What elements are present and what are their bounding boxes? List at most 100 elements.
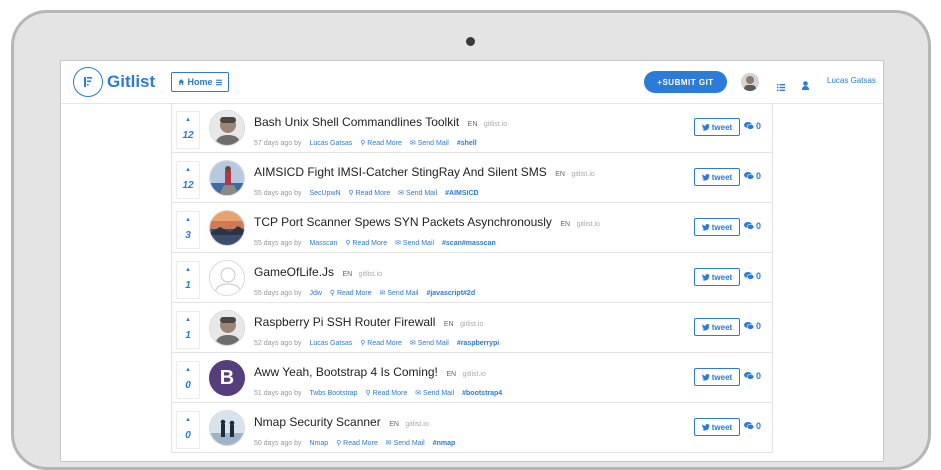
send-mail-link[interactable]: ✉ Send Mail [398,190,437,197]
list-item: ▲ 0 Nmap Security Scanner EN gitlist.io … [172,403,772,453]
send-mail-label: Send Mail [417,340,449,347]
send-mail-label: Send Mail [406,190,438,197]
send-mail-link[interactable]: ✉ Send Mail [386,440,425,447]
browser-screen: Gitlist Home +SUBMIT GIT Lucas Gatsas ▲ … [60,60,884,462]
submit-git-button[interactable]: +SUBMIT GIT [644,71,727,93]
bootstrap-logo-thumbnail[interactable]: B [209,360,245,396]
author-link[interactable]: Lucas Gatsas [309,340,352,347]
figure-on-rock-thumbnail[interactable] [209,160,245,196]
send-mail-link[interactable]: ✉ Send Mail [395,240,434,247]
language-badge: EN [555,171,565,178]
home-icon [178,79,185,85]
read-more-link[interactable]: ⚲ Read More [366,390,408,397]
comment-count: 0 [756,171,762,181]
upvote-arrow-icon[interactable]: ▲ [177,216,199,224]
post-age: 55 days ago by [254,290,302,297]
tags-link[interactable]: #raspberrypi [457,340,499,347]
default-user-thumbnail[interactable] [209,260,245,296]
tweet-button[interactable]: tweet [694,418,740,436]
author-link[interactable]: Masscan [309,240,337,247]
domain-label: gitlist.io [460,321,484,328]
comments-link[interactable]: 0 [744,321,761,331]
send-mail-link[interactable]: ✉ Send Mail [410,340,449,347]
laptop-camera [466,37,475,46]
send-mail-label: Send Mail [423,390,455,397]
tweet-button[interactable]: tweet [694,218,740,236]
author-link[interactable]: Twbs Bootstrap [309,390,357,397]
tags-link[interactable]: #bootstrap4 [462,390,502,397]
vote-count: 0 [185,380,191,391]
tags-link[interactable]: #shell [457,140,477,147]
item-title-link[interactable]: Nmap Security Scanner [254,415,381,429]
post-age: 55 days ago by [254,190,302,197]
upvote-arrow-icon[interactable]: ▲ [177,166,199,174]
upvote-arrow-icon[interactable]: ▲ [177,366,199,374]
twitter-icon [701,173,710,181]
tags-link[interactable]: #javascript#2d [426,290,475,297]
upvote-arrow-icon[interactable]: ▲ [177,116,199,124]
send-mail-link[interactable]: ✉ Send Mail [410,140,449,147]
vote-box: ▲ 12 [176,111,200,149]
tweet-button[interactable]: tweet [694,168,740,186]
comments-link[interactable]: 0 [744,271,761,281]
upvote-arrow-icon[interactable]: ▲ [177,416,199,424]
comments-icon [744,172,754,180]
author-link[interactable]: Nmap [309,440,328,447]
twitter-icon [701,323,710,331]
avatar-man-thumbnail[interactable] [209,110,245,146]
comment-count: 0 [756,121,762,131]
tweet-button[interactable]: tweet [694,268,740,286]
comments-link[interactable]: 0 [744,421,761,431]
read-more-link[interactable]: ⚲ Read More [349,190,391,197]
item-title-link[interactable]: AIMSICD Fight IMSI-Catcher StingRay And … [254,165,547,179]
user-avatar[interactable] [741,73,759,91]
send-mail-link[interactable]: ✉ Send Mail [415,390,454,397]
domain-label: gitlist.io [358,271,383,278]
list-view-icon[interactable] [777,78,785,96]
post-age: 57 days ago by [254,140,302,147]
sunset-landscape-thumbnail[interactable] [209,210,245,246]
tweet-button[interactable]: tweet [694,368,740,386]
author-link[interactable]: Lucas Gatsas [309,140,352,147]
item-meta-row: 50 days ago by Nmap ⚲ Read More ✉ Send M… [254,439,455,447]
tags-link[interactable]: #nmap [433,440,456,447]
read-more-link[interactable]: ⚲ Read More [360,340,402,347]
author-link[interactable]: Jdw [309,290,321,297]
read-more-link[interactable]: ⚲ Read More [360,140,402,147]
comments-link[interactable]: 0 [744,371,761,381]
avatar-man-thumbnail[interactable] [209,310,245,346]
item-title-link[interactable]: Bash Unix Shell Commandlines Toolkit [254,115,459,129]
home-button[interactable]: Home [171,72,229,92]
tweet-button[interactable]: tweet [694,318,740,336]
upvote-arrow-icon[interactable]: ▲ [177,316,199,324]
tweet-button[interactable]: tweet [694,118,740,136]
send-mail-link[interactable]: ✉ Send Mail [380,290,419,297]
item-title-row: AIMSICD Fight IMSI-Catcher StingRay And … [254,163,595,181]
comments-link[interactable]: 0 [744,221,761,231]
user-icon[interactable] [802,77,809,95]
nav-username-link[interactable]: Lucas Gatsas [827,76,876,85]
item-title-row: Bash Unix Shell Commandlines Toolkit EN … [254,113,507,131]
comments-link[interactable]: 0 [744,171,761,181]
figures-in-field-thumbnail[interactable] [209,410,245,446]
vote-box: ▲ 0 [176,411,200,449]
tags-link[interactable]: #AIMSICD [445,190,478,197]
read-more-link[interactable]: ⚲ Read More [336,440,378,447]
brand[interactable]: Gitlist [73,67,155,97]
author-link[interactable]: SecUpwN [309,190,340,197]
vote-count: 3 [185,230,191,241]
item-meta-row: 52 days ago by Lucas Gatsas ⚲ Read More … [254,339,499,347]
vote-count: 1 [185,280,191,291]
read-more-link[interactable]: ⚲ Read More [330,290,372,297]
item-title-link[interactable]: Raspberry Pi SSH Router Firewall [254,315,435,329]
comments-link[interactable]: 0 [744,121,761,131]
upvote-arrow-icon[interactable]: ▲ [177,266,199,274]
gitlist-logo-icon [73,67,103,97]
tags-link[interactable]: #scan#masscan [442,240,496,247]
read-more-link[interactable]: ⚲ Read More [345,240,387,247]
item-title-link[interactable]: Aww Yeah, Bootstrap 4 Is Coming! [254,365,438,379]
item-title-link[interactable]: TCP Port Scanner Spews SYN Packets Async… [254,215,552,229]
brand-name: Gitlist [107,72,156,91]
item-title-link[interactable]: GameOfLife.Js [254,265,334,279]
list-item: ▲ 1 GameOfLife.Js EN gitlist.io 55 days … [172,253,772,303]
